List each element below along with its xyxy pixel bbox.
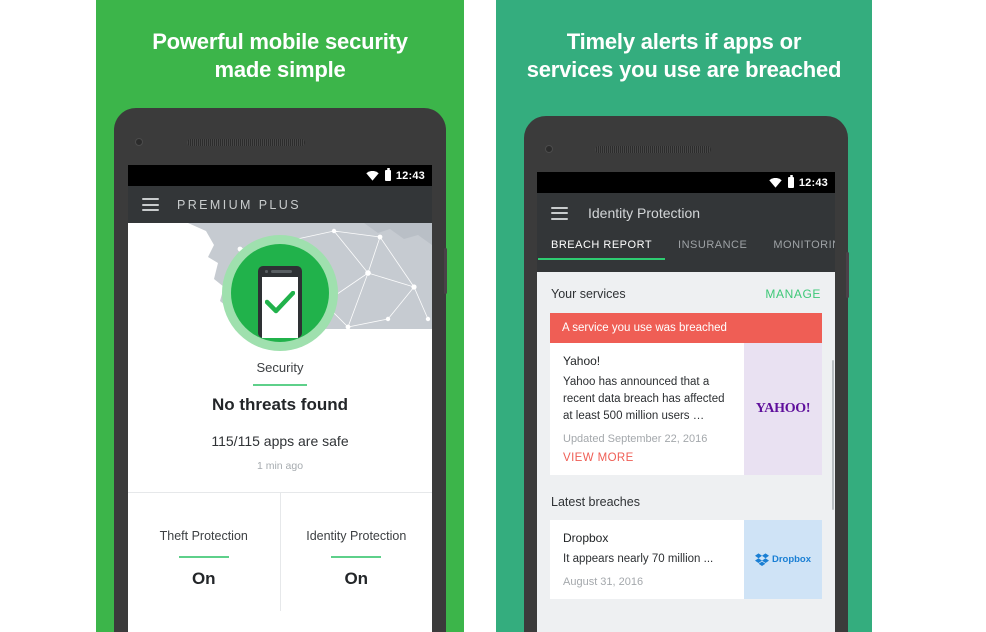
phone-side-button	[846, 252, 849, 298]
last-scan-timestamp: 1 min ago	[256, 460, 304, 472]
feature-tiles: Theft Protection On Identity Protection …	[128, 492, 432, 611]
status-clock: 12:43	[798, 176, 828, 189]
tile-divider-rule	[178, 556, 229, 558]
tile-identity-protection[interactable]: Identity Protection On	[279, 493, 433, 611]
latest-breaches-header: Latest breaches	[537, 475, 835, 520]
manage-button[interactable]: MANAGE	[765, 287, 821, 301]
breach-report-content: Your services MANAGE A service you use w…	[537, 272, 835, 632]
tile-label: Identity Protection	[306, 529, 407, 543]
phone-camera-icon	[545, 145, 553, 153]
tab-bar: BREACH REPORT INSURANCE MONITORING	[537, 233, 835, 272]
checkmark-icon	[264, 290, 296, 319]
dropbox-glyph-icon	[754, 553, 769, 566]
phone-side-button	[444, 248, 447, 294]
breach-updated-date: August 31, 2016	[563, 576, 644, 588]
breach-service-name: Dropbox	[563, 531, 609, 545]
breach-updated-date: Updated September 22, 2016	[563, 433, 708, 445]
breach-card-dropbox[interactable]: Dropbox It appears nearly 70 million ...…	[550, 520, 822, 599]
breach-card-body: Yahoo! Yahoo has announced that a recent…	[550, 343, 744, 475]
breach-description: It appears nearly 70 million ...	[563, 553, 714, 565]
your-services-title: Your services	[551, 287, 626, 301]
phone-glyph-camera	[265, 270, 268, 273]
panel-right-headline: Timely alerts if apps or services you us…	[526, 29, 842, 82]
status-bar-right: 12:43	[537, 172, 835, 193]
tab-monitoring[interactable]: MONITORING	[773, 239, 835, 260]
battery-icon	[787, 175, 794, 188]
latest-breaches-title: Latest breaches	[551, 495, 640, 509]
tile-value: On	[191, 568, 216, 588]
status-clock: 12:43	[395, 169, 425, 182]
view-more-link[interactable]: VIEW MORE	[563, 452, 731, 464]
hamburger-menu-icon[interactable]	[551, 206, 568, 220]
security-details: 115/115 apps are safe 1 min ago	[128, 433, 432, 472]
security-status-badge	[222, 235, 338, 351]
phone-glyph-speaker	[271, 270, 292, 273]
phone-camera-icon	[135, 138, 143, 146]
breach-card-yahoo[interactable]: Yahoo! Yahoo has announced that a recent…	[550, 343, 822, 475]
breach-description: Yahoo has announced that a recent data b…	[563, 376, 725, 422]
tile-value: On	[344, 568, 369, 588]
app-bar-left: PREMIUM PLUS	[128, 186, 432, 223]
tile-label: Theft Protection	[159, 529, 248, 543]
content-scrollbar[interactable]	[831, 360, 834, 510]
tile-divider-rule	[331, 556, 382, 558]
wifi-icon	[769, 177, 782, 188]
tile-theft-protection[interactable]: Theft Protection On	[128, 493, 280, 611]
yahoo-logo-text: YAHOO!	[755, 401, 811, 416]
phone-mockup-right: 12:43 Identity Protection BREACH REPORT …	[524, 116, 849, 632]
apps-safe-count: 115/115 apps are safe	[211, 433, 349, 449]
app-bar-title: PREMIUM PLUS	[177, 197, 301, 212]
breach-service-name: Yahoo!	[563, 354, 601, 368]
breach-card-body: Dropbox It appears nearly 70 million ...…	[550, 520, 744, 599]
dropbox-logo-mark: Dropbox	[754, 553, 812, 566]
yahoo-logo: YAHOO!	[744, 343, 822, 475]
dropbox-logo: Dropbox	[744, 520, 822, 599]
hamburger-menu-icon[interactable]	[142, 198, 159, 211]
phone-screen-right: 12:43 Identity Protection BREACH REPORT …	[537, 172, 835, 632]
breach-alert-banner: A service you use was breached	[550, 313, 822, 343]
security-hero: Security No threats found	[128, 223, 432, 427]
app-bar-title: Identity Protection	[588, 205, 701, 221]
dropbox-logo-text: Dropbox	[771, 554, 812, 565]
phone-speaker-grille	[187, 139, 305, 146]
phone-screen-left: 12:43 PREMIUM PLUS Security No threats f…	[128, 165, 432, 632]
screenshot-stage: Powerful mobile security made simple 12:…	[0, 0, 986, 632]
tab-insurance[interactable]: INSURANCE	[678, 239, 747, 260]
promo-panel-left: Powerful mobile security made simple 12:…	[96, 0, 464, 632]
threat-status-headline: No threats found	[212, 395, 348, 414]
your-services-header: Your services MANAGE	[537, 272, 835, 313]
phone-mockup-left: 12:43 PREMIUM PLUS Security No threats f…	[114, 108, 447, 632]
status-bar-left: 12:43	[128, 165, 432, 186]
wifi-icon	[366, 170, 379, 181]
app-bar-right: Identity Protection BREACH REPORT INSURA…	[537, 193, 835, 272]
battery-icon	[384, 168, 391, 181]
section-divider-rule	[253, 384, 307, 386]
badge-inner-circle	[231, 244, 329, 342]
panel-left-headline: Powerful mobile security made simple	[152, 29, 408, 82]
security-section-label: Security	[256, 360, 304, 375]
tab-breach-report[interactable]: BREACH REPORT	[537, 239, 666, 260]
phone-speaker-grille	[595, 146, 711, 153]
app-bar-top-row: Identity Protection	[551, 193, 835, 233]
promo-panel-right: Timely alerts if apps or services you us…	[496, 0, 872, 632]
